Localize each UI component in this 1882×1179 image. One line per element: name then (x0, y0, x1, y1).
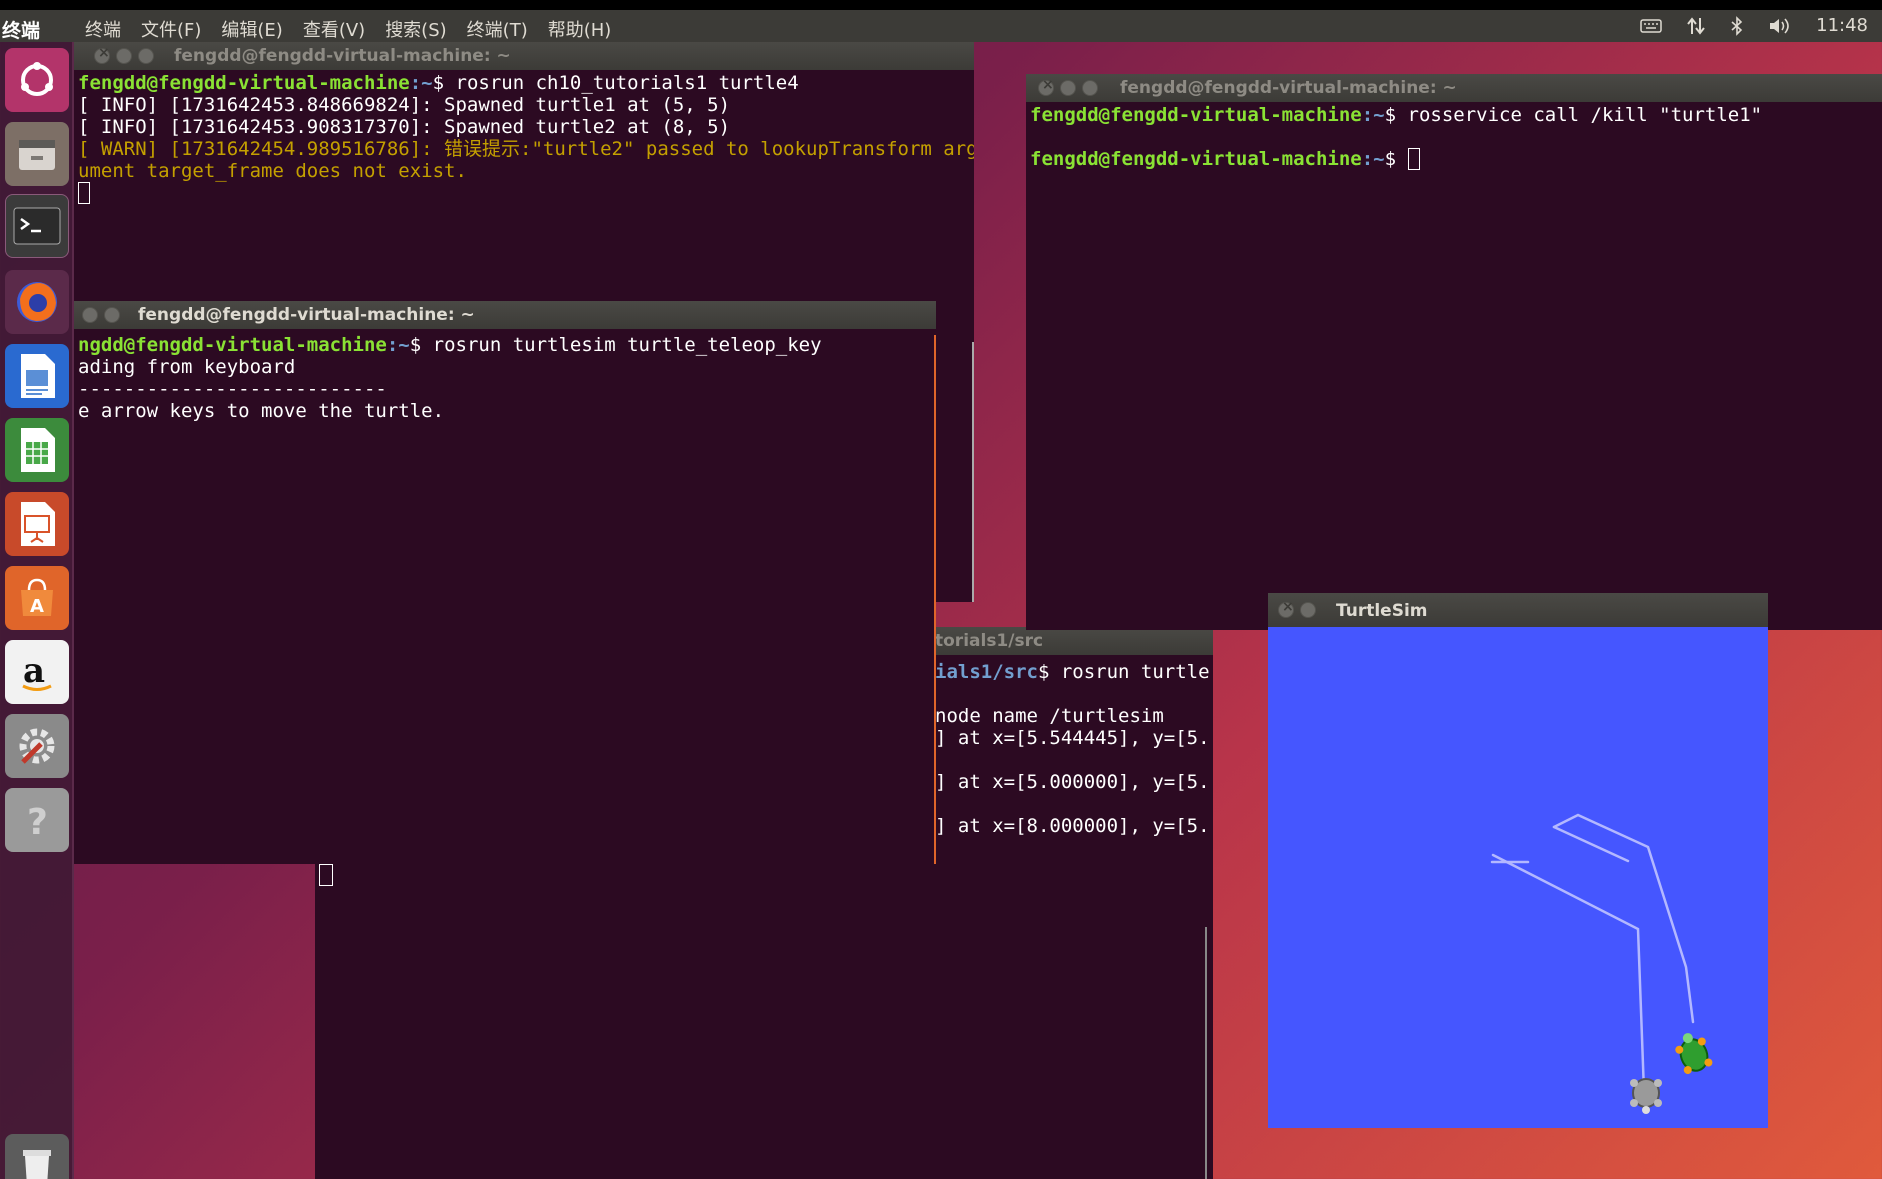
top-panel: 终端 终端 文件(F) 编辑(E) 查看(V) 搜索(S) 终端(T) 帮助(H… (0, 0, 1882, 42)
terminal-icon[interactable] (5, 194, 69, 258)
menu-bar: 终端 文件(F) 编辑(E) 查看(V) 搜索(S) 终端(T) 帮助(H) (85, 16, 611, 42)
warn-line: [ WARN] [1731642454.989516786]: 错误提示:"tu… (78, 138, 974, 160)
turtle-gray (1630, 1078, 1662, 1114)
prompt-end: $ (1384, 148, 1408, 170)
prompt-path: ials1/src (935, 661, 1038, 683)
output-line: --------------------------- (78, 378, 387, 400)
trail-turtle2 (1491, 853, 1646, 1094)
minimize-button[interactable] (82, 307, 98, 323)
prompt-path: :~ (1361, 148, 1385, 170)
menu-help[interactable]: 帮助(H) (548, 16, 612, 42)
cursor-block (78, 182, 90, 204)
ubuntu-home-icon[interactable] (5, 48, 69, 112)
output-line: e arrow keys to move the turtle. (78, 400, 445, 422)
cursor-block (319, 864, 333, 886)
menu-view[interactable]: 查看(V) (303, 16, 365, 42)
command-text: $ rosrun ch10_tutorials1 turtle4 (432, 72, 799, 94)
prompt-path: :~ (386, 334, 410, 356)
bluetooth-icon[interactable] (1730, 15, 1744, 36)
output-line: ading from keyboard (78, 356, 296, 378)
clock[interactable]: 11:48 (1816, 15, 1868, 36)
prompt-user: fengdd@fengdd-virtual-machine (1030, 148, 1362, 170)
app-title: 终端 (2, 20, 41, 42)
warn-line: ument target_frame does not exist. (78, 160, 467, 182)
command-text: $ rosrun turtle (1037, 661, 1210, 683)
output-line: node name /turtlesim (935, 705, 1164, 727)
window-title: fengdd@fengdd-virtual-machine: ~ (1120, 78, 1457, 98)
info-line: [ INFO] [1731642453.908317370]: Spawned … (78, 116, 731, 138)
firefox-icon[interactable] (5, 270, 69, 334)
turtle-trails (1490, 813, 1713, 1114)
writer-icon[interactable] (5, 344, 69, 408)
system-settings-icon[interactable] (5, 714, 69, 778)
window-title: fengdd@fengdd-virtual-machine: ~ (138, 305, 475, 325)
titlebar[interactable]: fengdd@fengdd-virtual-machine: ~ (1026, 74, 1882, 102)
close-button[interactable] (94, 45, 110, 64)
titlebar[interactable]: fengdd@fengdd-virtual-machine: ~ (74, 301, 936, 329)
terminal-window-teleop[interactable]: fengdd@fengdd-virtual-machine: ~ ngdd@fe… (74, 301, 936, 864)
minimize-button[interactable] (116, 48, 132, 64)
info-line: [ INFO] [1731642453.848669824]: Spawned … (78, 94, 731, 116)
impress-icon[interactable] (5, 492, 69, 556)
volume-icon[interactable] (1768, 16, 1792, 36)
network-icon[interactable] (1686, 16, 1706, 36)
maximize-button[interactable] (1082, 80, 1098, 96)
command-text: $ rosrun turtlesim turtle_teleop_key (409, 334, 822, 356)
window-title: TurtleSim (1336, 601, 1428, 621)
window-title: fengdd@fengdd-virtual-machine: ~ (174, 46, 511, 66)
trash-icon[interactable] (5, 1134, 69, 1179)
focus-border (934, 335, 936, 864)
amazon-icon[interactable]: a (5, 640, 69, 704)
software-center-icon[interactable]: A (5, 566, 69, 630)
maximize-button[interactable] (104, 307, 120, 323)
window-title: torials1/src (935, 631, 1044, 651)
scrollbar[interactable] (1205, 927, 1207, 1179)
calc-icon[interactable] (5, 418, 69, 482)
menu-terminal[interactable]: 终端 (85, 16, 121, 42)
menu-file[interactable]: 文件(F) (141, 16, 201, 42)
titlebar[interactable]: fengdd@fengdd-virtual-machine: ~ (74, 42, 974, 70)
turtle-green (1675, 1033, 1713, 1075)
menu-search[interactable]: 搜索(S) (385, 16, 446, 42)
command-text: $ rosservice call /kill "turtle1" (1384, 104, 1763, 126)
indicator-area: 11:48 (1640, 15, 1868, 36)
output-line: ] at x=[5.000000], y=[5. (935, 771, 1210, 793)
prompt-path: :~ (409, 72, 433, 94)
files-icon[interactable] (5, 122, 69, 186)
maximize-button[interactable] (138, 48, 154, 64)
menu-terminal-2[interactable]: 终端(T) (467, 16, 528, 42)
svg-text:A: A (30, 596, 44, 617)
prompt-path: :~ (1361, 104, 1385, 126)
output-line: ] at x=[5.544445], y=[5. (935, 727, 1210, 749)
output-line: ] at x=[8.000000], y=[5. (935, 815, 1210, 837)
prompt-user: fengdd@fengdd-virtual-machine (1030, 104, 1362, 126)
scrollbar[interactable] (972, 342, 974, 602)
prompt-user: ngdd@fengdd-virtual-machine (78, 334, 387, 356)
svg-text:a: a (23, 651, 45, 691)
launcher: A a ? (0, 42, 74, 1179)
terminal-output[interactable]: fengdd@fengdd-virtual-machine:~$ rosserv… (1026, 104, 1882, 630)
minimize-button[interactable] (1300, 602, 1316, 618)
menu-edit[interactable]: 编辑(E) (221, 16, 282, 42)
svg-text:?: ? (27, 802, 48, 842)
titlebar[interactable]: TurtleSim (1268, 593, 1768, 627)
minimize-button[interactable] (1060, 80, 1076, 96)
terminal-output[interactable]: ngdd@fengdd-virtual-machine:~$ rosrun tu… (74, 334, 936, 864)
cursor-block (1407, 148, 1420, 170)
prompt-user: fengdd@fengdd-virtual-machine (78, 72, 410, 94)
help-icon[interactable]: ? (5, 788, 69, 852)
terminal-window-rosservice[interactable]: fengdd@fengdd-virtual-machine: ~ fengdd@… (1026, 74, 1882, 630)
close-button[interactable] (1038, 77, 1054, 96)
trail-turtle1 (1552, 813, 1695, 1024)
turtlesim-canvas (1268, 627, 1768, 1128)
close-button[interactable] (1278, 599, 1294, 618)
turtlesim-window[interactable]: TurtleSim (1268, 593, 1768, 1128)
keyboard-icon[interactable] (1640, 18, 1662, 34)
